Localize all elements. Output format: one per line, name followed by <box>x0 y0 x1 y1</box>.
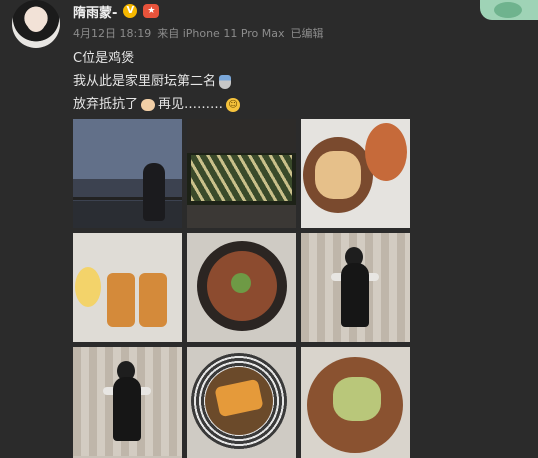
post-meta: 4月12日 18:19 来自 iPhone 11 Pro Max 已编辑 <box>73 25 324 41</box>
edited-label[interactable]: 已编辑 <box>291 25 324 41</box>
post-date: 4月12日 18:19 <box>73 27 152 40</box>
leaves <box>191 155 292 201</box>
verified-v-icon: V <box>123 4 138 18</box>
photo-noodle-tofu[interactable] <box>187 347 296 458</box>
photo-girl-posing[interactable] <box>73 347 182 458</box>
post-source[interactable]: 来自 iPhone 11 Pro Max <box>157 25 284 41</box>
photo-noodle-bowl[interactable] <box>187 233 296 342</box>
post-line-text: 我从此是家里厨坛第二名 <box>73 74 217 89</box>
photo-plants[interactable] <box>187 119 296 228</box>
person-figure <box>143 163 165 221</box>
post-line: 放弃抵抗了 再见……… ☺ <box>73 93 241 116</box>
body <box>341 263 369 327</box>
clapping-hands-icon <box>141 98 156 111</box>
avatar[interactable] <box>12 0 60 48</box>
username[interactable]: 隋雨蒙- <box>73 2 117 21</box>
medal-icon <box>219 74 232 89</box>
post-line: C位是鸡煲 <box>73 47 240 70</box>
photo-plate-food[interactable] <box>301 347 410 458</box>
photo-girl-standing[interactable] <box>301 233 410 342</box>
decorative-card-corner <box>480 0 538 20</box>
post-line-text: 再见……… <box>158 97 224 112</box>
food <box>315 151 361 199</box>
egg <box>75 267 101 307</box>
toast <box>139 273 167 327</box>
photo-bread-plate[interactable] <box>301 119 410 228</box>
member-level-icon[interactable]: ★ <box>143 4 160 18</box>
post-line-text: C位是鸡煲 <box>73 51 135 66</box>
post-line-text: 放弃抵抗了 <box>73 97 139 112</box>
herb <box>231 273 251 293</box>
body <box>113 377 141 441</box>
pizza <box>365 123 407 181</box>
photo-city-balcony[interactable] <box>73 119 182 228</box>
post-line: 我从此是家里厨坛第二名 <box>73 70 240 93</box>
photo-toast-board[interactable] <box>73 233 182 342</box>
smile-icon: ☺ <box>226 97 241 112</box>
author-row: 隋雨蒙- V ★ <box>73 2 160 21</box>
toast <box>107 273 135 327</box>
balcony-rail <box>73 197 182 200</box>
shelf <box>187 119 296 153</box>
food <box>333 377 381 421</box>
floor <box>187 205 296 228</box>
post-text: C位是鸡煲 我从此是家里厨坛第二名 放弃抵抗了 再见……… ☺ <box>73 47 241 116</box>
